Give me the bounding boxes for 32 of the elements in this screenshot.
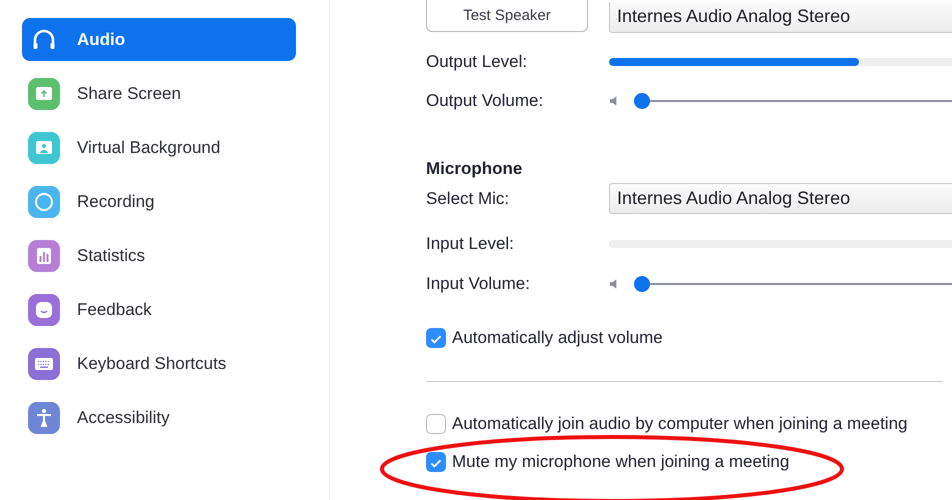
select-mic-label: Select Mic: <box>426 188 510 208</box>
sidebar-item[interactable]: Feedback <box>22 288 296 331</box>
checkbox-label: Mute my microphone when joining a meeting <box>452 452 790 472</box>
share-screen-icon <box>28 78 60 110</box>
sidebar-item[interactable]: Statistics <box>22 234 296 277</box>
mic-dropdown[interactable]: Internes Audio Analog Stereo <box>609 183 952 214</box>
checkbox[interactable] <box>426 452 446 472</box>
output-level-label: Output Level: <box>426 52 528 72</box>
keyboard-icon <box>28 348 60 380</box>
slider-thumb[interactable] <box>634 93 650 109</box>
speaker-dropdown[interactable]: Internes Audio Analog Stereo <box>609 2 952 32</box>
sidebar-item[interactable]: Keyboard Shortcuts <box>22 342 296 385</box>
sidebar-item[interactable]: Recording <box>22 180 296 223</box>
person-icon <box>28 132 60 164</box>
test-speaker-button[interactable]: Test Speaker <box>426 0 588 32</box>
record-icon <box>28 186 60 218</box>
checkbox-label: Automatically adjust volume <box>452 328 663 348</box>
accessibility-icon <box>28 402 60 434</box>
output-volume-label: Output Volume: <box>426 91 544 111</box>
smiley-icon <box>28 294 60 326</box>
sidebar-item[interactable]: Accessibility <box>22 396 296 439</box>
checkbox-label: Automatically join audio by computer when joining a meeting <box>452 414 908 434</box>
sidebar-item[interactable]: Share Screen <box>22 72 296 115</box>
input-level-label: Input Level: <box>426 234 515 254</box>
bar-chart-icon <box>28 240 60 272</box>
microphone-heading: Microphone <box>426 159 524 179</box>
slider-thumb[interactable] <box>634 276 650 292</box>
checkbox[interactable] <box>426 414 446 434</box>
input-volume-label: Input Volume: <box>426 274 531 294</box>
sidebar-item[interactable]: Audio <box>22 18 296 61</box>
checkbox[interactable] <box>426 328 446 348</box>
sidebar-item[interactable]: Virtual Background <box>22 126 296 169</box>
